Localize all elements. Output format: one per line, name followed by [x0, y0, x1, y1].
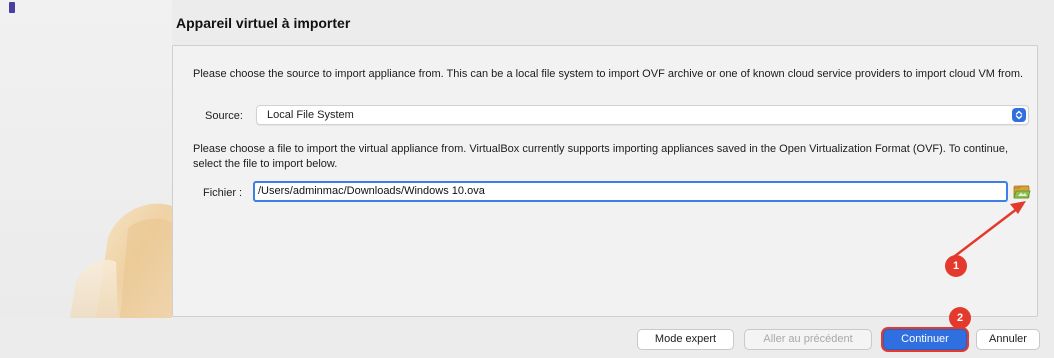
continue-button[interactable]: Continuer: [883, 329, 967, 350]
folder-open-icon[interactable]: [1013, 182, 1031, 200]
step-badge-1: 1: [945, 255, 967, 277]
cancel-button[interactable]: Annuler: [976, 329, 1040, 350]
source-select[interactable]: Local File System: [256, 105, 1029, 125]
import-source-panel: Please choose the source to import appli…: [172, 45, 1038, 317]
step-badge-2: 2: [949, 307, 971, 329]
virtualbox-watermark-icon: [70, 203, 172, 318]
wizard-side-panel: [0, 0, 172, 318]
select-stepper-icon[interactable]: [1012, 108, 1026, 122]
file-instructions: Please choose a file to import the virtu…: [193, 143, 1009, 170]
source-label: Source:: [205, 110, 243, 122]
source-instructions: Please choose the source to import appli…: [193, 68, 1024, 80]
previous-button[interactable]: Aller au précédent: [744, 329, 872, 350]
source-selected-value: Local File System: [267, 109, 354, 121]
file-path-input[interactable]: /Users/adminmac/Downloads/Windows 10.ova: [253, 181, 1008, 202]
file-path-value: /Users/adminmac/Downloads/Windows 10.ova: [258, 185, 485, 197]
dialog-title: Appareil virtuel à importer: [176, 15, 351, 31]
file-label: Fichier :: [203, 187, 243, 199]
expert-mode-button[interactable]: Mode expert: [637, 329, 734, 350]
